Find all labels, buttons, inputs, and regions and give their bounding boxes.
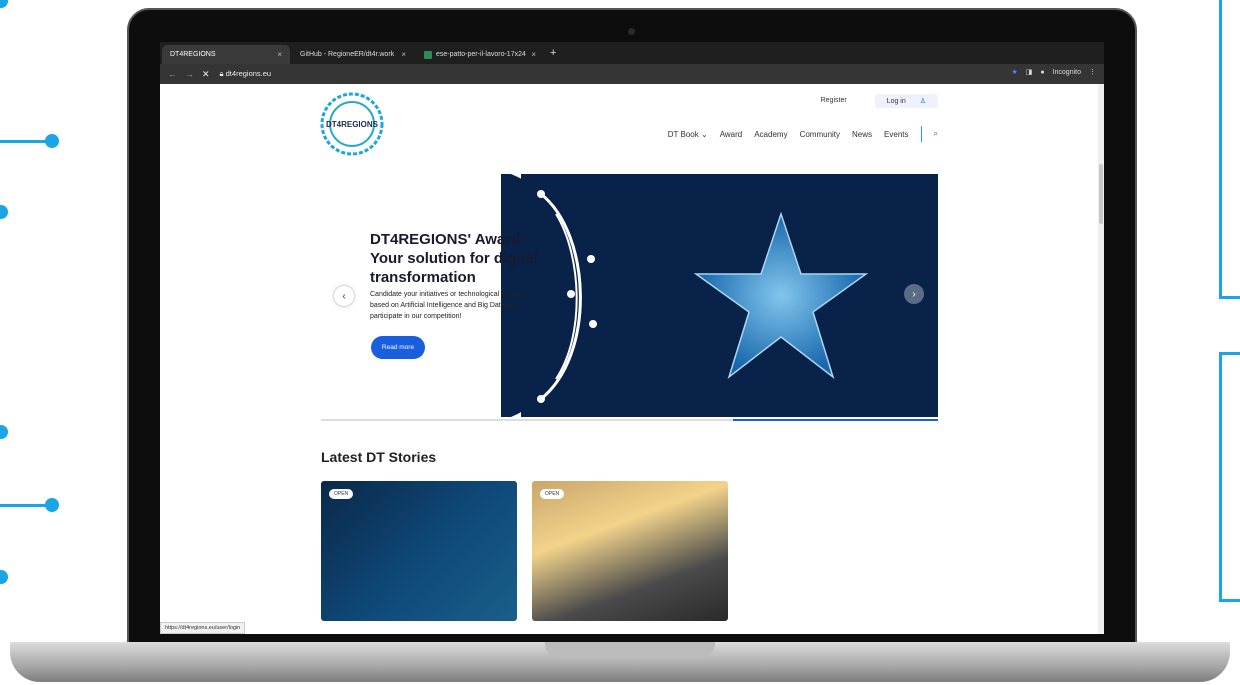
side-panel-icon[interactable]: ◨ [1026,68,1033,76]
login-link[interactable]: Log in ♙ [874,94,938,108]
carousel-prev-button[interactable]: ‹ [334,286,354,306]
url-text: dt4regions.eu [225,69,272,78]
nav-news[interactable]: News [852,130,872,139]
close-icon[interactable]: × [401,50,406,59]
address-bar-actions: ★ ◨ ● Incognito ⋮ [1011,68,1096,77]
top-links: Register Log in ♙ [815,94,938,108]
new-tab-button[interactable]: + [550,47,556,59]
url-field[interactable]: 🔒︎ dt4regions.eu [220,69,272,79]
tab-bar: DT4REGIONS × GitHub - RegioneER/dt4r.wor… [160,42,1104,64]
laptop-notch [545,642,715,658]
profile-label[interactable]: Incognito [1053,69,1081,76]
forward-button[interactable]: → [185,69,194,79]
story-card[interactable]: OPEN [321,481,517,621]
spreadsheet-icon [424,50,432,59]
main-nav: DT Book ⌄ Award Academy Community News E… [668,126,938,142]
incognito-icon[interactable]: ● [1040,69,1044,76]
nav-label: DT Book [667,129,699,139]
register-link[interactable]: Register [815,94,853,108]
logo-text: DT4REGIONS [326,120,379,129]
story-card[interactable]: OPEN [532,481,728,621]
screen: DT4REGIONS × GitHub - RegioneER/dt4r.wor… [160,42,1104,634]
menu-icon[interactable]: ⋮ [1089,68,1096,76]
carousel-progress [321,419,938,421]
nav-award[interactable]: Award [720,130,743,139]
status-url: https://dt4regions.eu/user/login [160,622,246,634]
tab-label: ese-patto-per-il-lavoro-17x24 [436,51,526,58]
back-button[interactable]: ← [168,69,177,79]
tab-github[interactable]: GitHub - RegioneER/dt4r.work × [292,45,414,64]
nav-community[interactable]: Community [800,130,840,139]
scrollbar[interactable] [1098,84,1104,634]
lock-icon: 🔒︎ [219,69,224,78]
website: DT4REGIONS Register Log in ♙ DT Book ⌄ A… [160,84,1104,634]
close-icon[interactable]: × [277,50,282,59]
read-more-button[interactable]: Read more [371,336,425,359]
search-icon[interactable]: ⌕ [934,129,938,139]
star-image [693,211,869,380]
status-badge: OPEN [540,489,565,499]
nav-divider [920,126,922,142]
address-bar: ← → ✕ 🔒︎ dt4regions.eu ★ ◨ ● Incognito ⋮ [160,64,1104,84]
nav-events[interactable]: Events [884,130,908,139]
tab-patto[interactable]: ese-patto-per-il-lavoro-17x24 × [416,45,544,64]
stage: DT4REGIONS × GitHub - RegioneER/dt4r.wor… [0,0,1240,685]
camera-icon [628,28,635,35]
status-badge: OPEN [329,489,354,499]
dt4regions-logo[interactable]: DT4REGIONS [320,92,384,156]
nav-dt-book[interactable]: DT Book ⌄ [668,130,708,139]
close-icon[interactable]: × [531,50,536,59]
tab-dt4regions[interactable]: DT4REGIONS × [162,45,290,64]
user-icon: ♙ [919,98,926,105]
star-icon[interactable]: ★ [1011,68,1017,76]
stop-button[interactable]: ✕ [202,69,210,80]
carousel-next-button[interactable]: › [904,284,924,304]
hero-carousel: DT4REGIONS' Award: Your solution for dig… [321,174,938,417]
hero-title: DT4REGIONS' Award: Your solution for dig… [370,231,539,286]
tab-label: GitHub - RegioneER/dt4r.work [300,51,395,58]
section-title: Latest DT Stories [321,449,437,465]
login-label: Log in [886,98,906,105]
tab-label: DT4REGIONS [170,51,216,58]
hero-text: Candidate your initiatives or technologi… [370,291,529,320]
chevron-down-icon: ⌄ [700,129,708,139]
nav-academy[interactable]: Academy [754,130,787,139]
